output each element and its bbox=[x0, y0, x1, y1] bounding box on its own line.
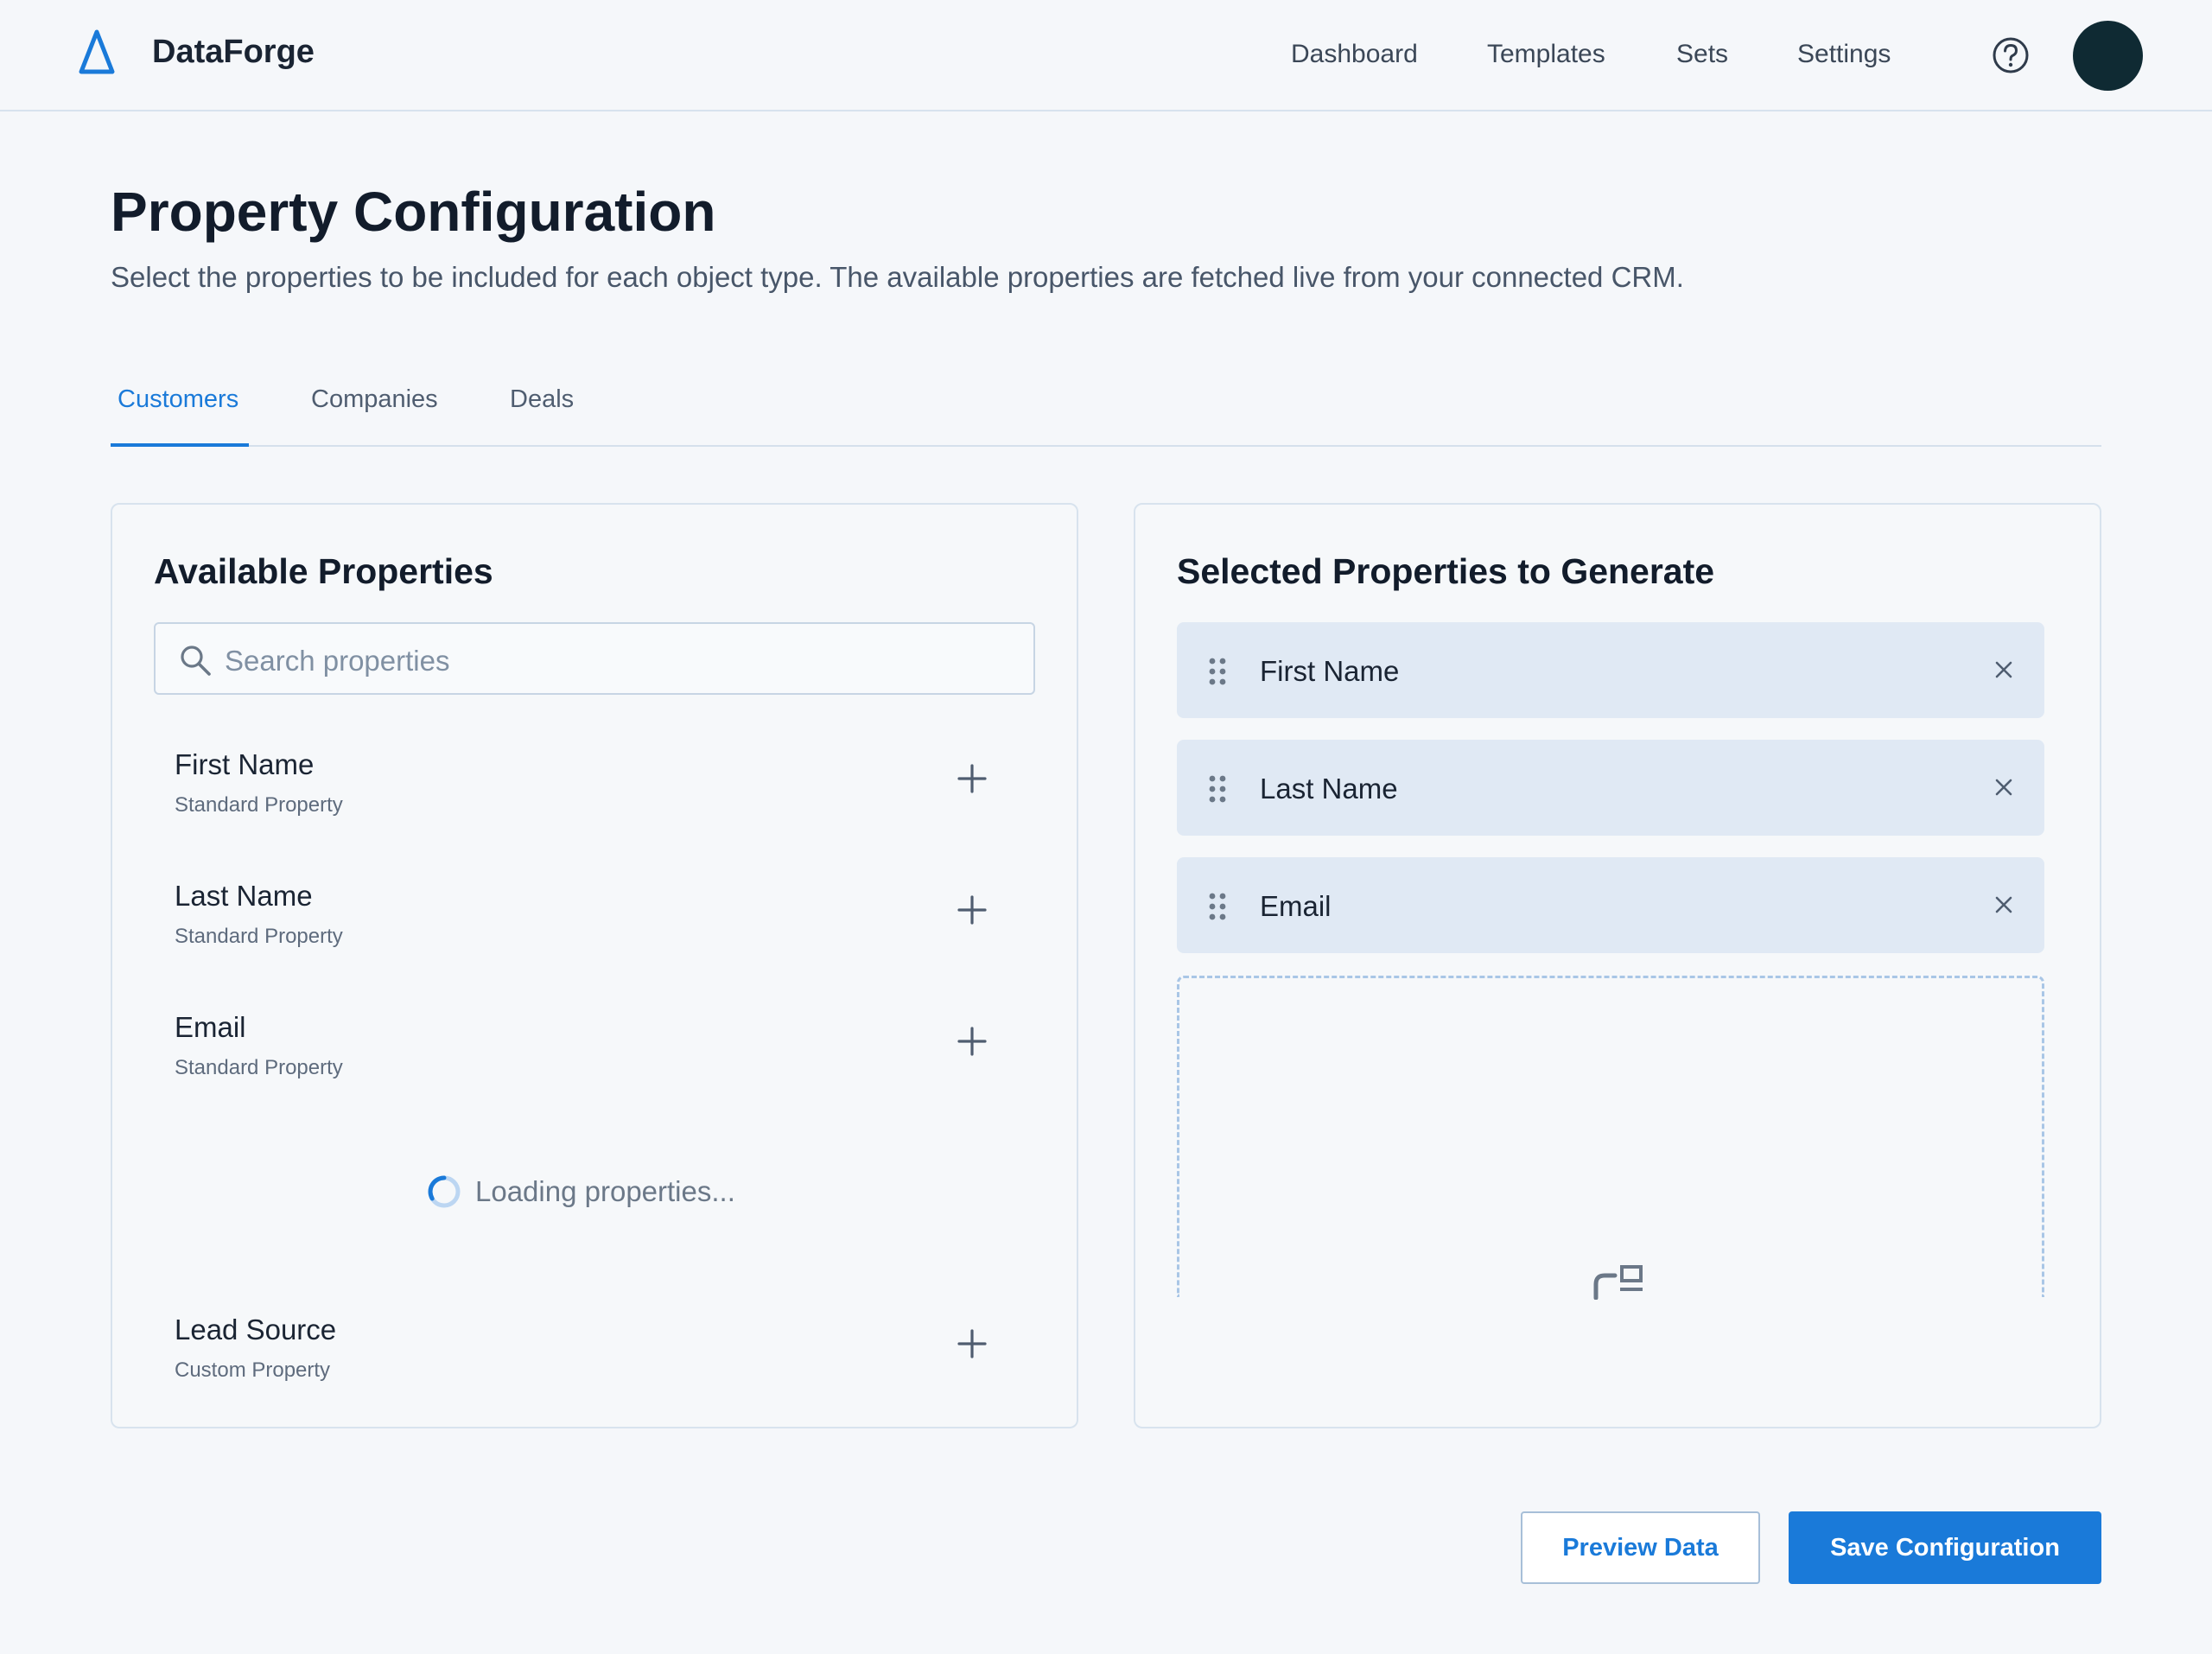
spinner-icon bbox=[428, 1175, 461, 1208]
available-property-item[interactable]: First Name Standard Property bbox=[175, 748, 1004, 843]
search-input[interactable]: Search properties bbox=[154, 622, 1035, 695]
property-name: Last Name bbox=[175, 880, 313, 912]
remove-icon[interactable] bbox=[1994, 660, 2013, 679]
property-type: Standard Property bbox=[175, 925, 343, 948]
add-icon[interactable] bbox=[957, 1329, 987, 1358]
available-property-item[interactable]: Lead Source Custom Property bbox=[175, 1314, 1004, 1409]
tab-customers[interactable]: Customers bbox=[118, 385, 238, 414]
drag-handle-icon[interactable] bbox=[1208, 774, 1227, 804]
remove-icon[interactable] bbox=[1994, 895, 2013, 914]
property-name: Email bbox=[175, 1011, 246, 1043]
drag-handle-icon[interactable] bbox=[1208, 657, 1227, 686]
drop-zone[interactable] bbox=[1177, 976, 2044, 1300]
loading-text: Loading properties... bbox=[475, 1175, 735, 1207]
selected-property-label: First Name bbox=[1260, 655, 1400, 687]
property-type: Standard Property bbox=[175, 793, 343, 817]
selected-property-item[interactable]: Email bbox=[1177, 857, 2044, 953]
tab-companies[interactable]: Companies bbox=[311, 385, 438, 414]
available-property-item[interactable]: Email Standard Property bbox=[175, 1011, 1004, 1106]
selected-properties-card: Selected Properties to Generate First Na… bbox=[1134, 503, 2101, 1428]
nav-item-templates[interactable]: Templates bbox=[1487, 40, 1605, 69]
preview-data-button[interactable]: Preview Data bbox=[1521, 1511, 1760, 1584]
property-type: Custom Property bbox=[175, 1358, 331, 1382]
search-icon bbox=[181, 646, 211, 676]
search-placeholder: Search properties bbox=[225, 645, 450, 677]
nav-item-dashboard[interactable]: Dashboard bbox=[1291, 40, 1418, 69]
selected-property-label: Last Name bbox=[1260, 773, 1398, 805]
property-name: Lead Source bbox=[175, 1314, 337, 1345]
tab-deals[interactable]: Deals bbox=[510, 385, 574, 414]
page-title: Property Configuration bbox=[111, 181, 716, 243]
add-icon[interactable] bbox=[957, 764, 987, 793]
add-icon[interactable] bbox=[957, 1027, 987, 1056]
help-icon[interactable] bbox=[1992, 36, 2030, 74]
tabs-divider bbox=[111, 445, 2101, 447]
selected-property-item[interactable]: Last Name bbox=[1177, 740, 2044, 836]
loading-indicator: Loading properties... bbox=[427, 1170, 790, 1213]
available-property-item[interactable]: Last Name Standard Property bbox=[175, 880, 1004, 975]
brand-name: DataForge bbox=[152, 34, 315, 70]
logo-icon bbox=[79, 29, 115, 74]
drag-handle-icon[interactable] bbox=[1208, 892, 1227, 921]
save-configuration-button[interactable]: Save Configuration bbox=[1789, 1511, 2101, 1584]
remove-icon[interactable] bbox=[1994, 778, 2013, 797]
page-subtitle: Select the properties to be included for… bbox=[111, 261, 1684, 293]
available-properties-card: Available Properties Search properties F… bbox=[111, 503, 1078, 1428]
nav-item-settings[interactable]: Settings bbox=[1797, 40, 1891, 69]
active-tab-indicator bbox=[111, 443, 249, 447]
drag-drop-icon bbox=[1593, 1265, 1643, 1300]
nav-item-sets[interactable]: Sets bbox=[1676, 40, 1728, 69]
property-type: Standard Property bbox=[175, 1056, 343, 1079]
selected-properties-title: Selected Properties to Generate bbox=[1177, 551, 1715, 591]
property-name: First Name bbox=[175, 748, 315, 780]
avatar[interactable] bbox=[2073, 21, 2143, 91]
selected-property-label: Email bbox=[1260, 890, 1332, 922]
top-navigation-bar: DataForge Dashboard Templates Sets Setti… bbox=[0, 0, 2212, 111]
selected-property-item[interactable]: First Name bbox=[1177, 622, 2044, 718]
add-icon[interactable] bbox=[957, 895, 987, 925]
available-properties-title: Available Properties bbox=[154, 551, 493, 591]
